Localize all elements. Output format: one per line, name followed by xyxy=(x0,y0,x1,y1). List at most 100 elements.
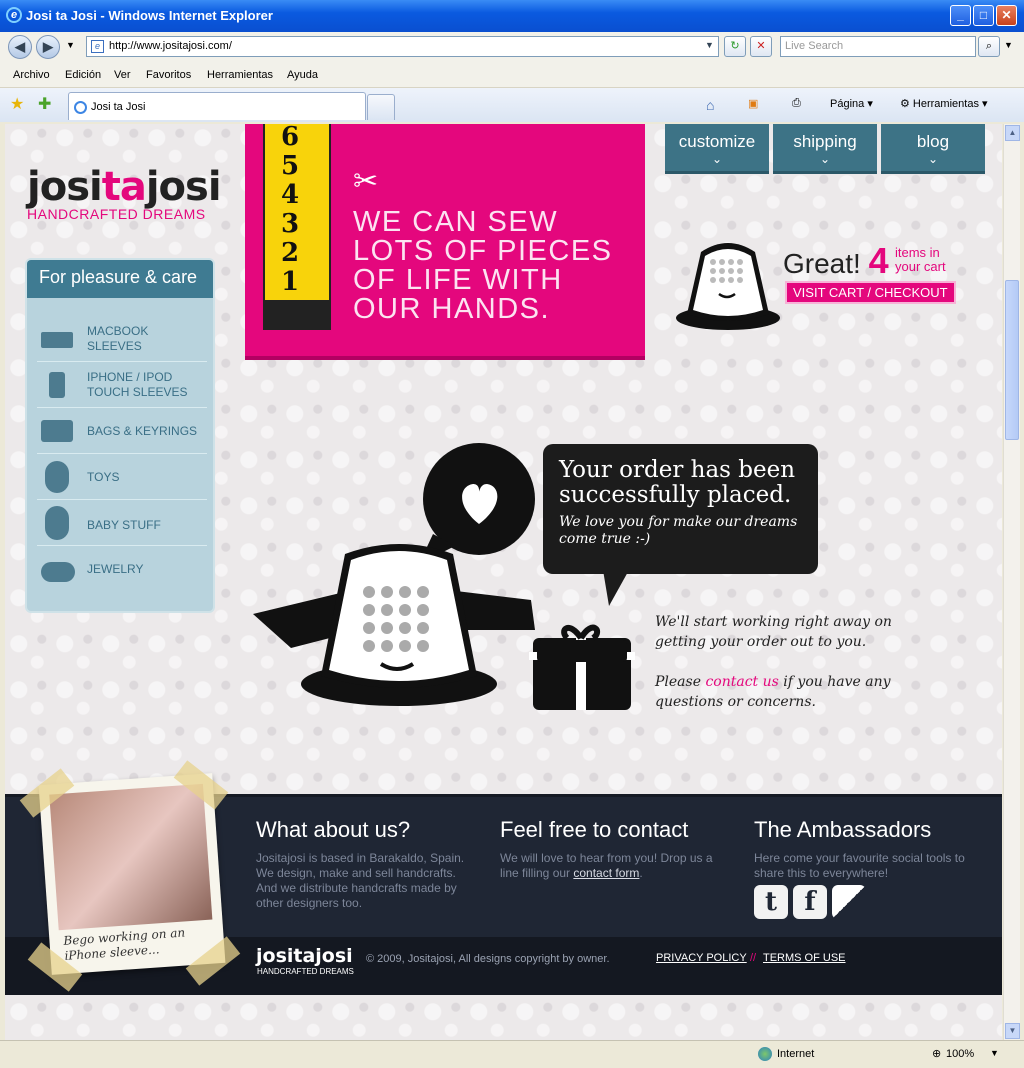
add-favorite-icon[interactable]: ✚ xyxy=(38,94,51,114)
order-subtext: We love you for make our dreams come tru… xyxy=(559,514,798,547)
phone-icon xyxy=(49,372,65,398)
search-placeholder: Live Search xyxy=(785,40,844,52)
twitter-icon[interactable]: t xyxy=(754,885,788,919)
footer-logo-tagline: HANDCRAFTED DREAMS xyxy=(257,967,354,976)
page-menu-label: Página xyxy=(830,98,865,110)
sidebar-item-label: JEWELRY xyxy=(87,562,144,576)
scroll-down-icon[interactable]: ▼ xyxy=(1005,1023,1020,1039)
status-bar: Internet ⊕ 100% ▼ xyxy=(0,1040,1024,1068)
back-button[interactable]: ◀ xyxy=(8,35,32,59)
sidebar-item-label: IPHONE / IPOD TOUCH SLEEVES xyxy=(87,370,188,399)
menu-edicion[interactable]: Edición xyxy=(65,69,101,81)
home-icon[interactable]: ⌂ xyxy=(706,97,714,113)
maximize-button[interactable]: □ xyxy=(973,5,994,26)
nav-customize[interactable]: customize ⌄ xyxy=(665,124,769,174)
cart-message: Great! 4 xyxy=(783,240,889,282)
ruler-number: 6 xyxy=(281,124,300,152)
menu-archivo[interactable]: Archivo xyxy=(13,69,50,81)
thimble-mascot-icon xyxy=(676,243,780,330)
scrollbar-thumb[interactable] xyxy=(1005,280,1019,440)
visit-cart-button[interactable]: VISIT CART / CHECKOUT xyxy=(785,281,956,304)
menu-favoritos[interactable]: Favoritos xyxy=(146,69,191,81)
order-message-2: Please contact us if you have any questi… xyxy=(655,672,895,712)
logo-part-1: josi xyxy=(27,164,103,210)
laptop-icon xyxy=(41,332,73,348)
contact-us-link[interactable]: contact us xyxy=(705,674,778,690)
sidebar-title: For pleasure & care xyxy=(27,260,213,298)
cart-great-text: Great! xyxy=(783,248,861,279)
terms-of-use-link[interactable]: TERMS OF USE xyxy=(763,952,846,964)
nav-shipping[interactable]: shipping ⌄ xyxy=(773,124,877,174)
favorites-star-icon[interactable]: ★ xyxy=(10,94,24,114)
cherries-icon xyxy=(41,562,75,582)
contact-form-link[interactable]: contact form xyxy=(573,866,639,880)
refresh-icon[interactable]: ↻ xyxy=(724,36,746,57)
search-input[interactable]: Live Search xyxy=(780,36,976,57)
forward-button[interactable]: ▶ xyxy=(36,35,60,59)
photo-hands-sewing xyxy=(49,783,213,931)
security-zone: Internet xyxy=(777,1048,815,1060)
tab-label: Josi ta Josi xyxy=(91,101,146,113)
facebook-icon[interactable]: f xyxy=(793,885,827,919)
chevron-down-icon: ⌄ xyxy=(927,152,939,166)
url-dropdown-icon[interactable]: ▼ xyxy=(705,40,714,50)
sidebar-item-toys[interactable]: TOYS xyxy=(37,454,207,500)
sidebar-item-macbook[interactable]: MACBOOK SLEEVES xyxy=(37,316,207,362)
close-button[interactable]: ✕ xyxy=(996,5,1017,26)
title-bar: e Josi ta Josi - Windows Internet Explor… xyxy=(0,0,1024,32)
sidebar-item-jewelry[interactable]: JEWELRY xyxy=(37,546,207,592)
contact-title: Feel free to contact xyxy=(500,817,689,842)
page-viewport: jositajosi HANDCRAFTED DREAMS For pleasu… xyxy=(5,124,1002,1040)
logo-part-2: ta xyxy=(101,164,147,210)
sidebar-item-bags[interactable]: BAGS & KEYRINGS xyxy=(37,408,207,454)
minimize-button[interactable]: _ xyxy=(950,5,971,26)
tape-end xyxy=(263,300,331,330)
bag-icon xyxy=(41,420,73,442)
url-text: http://www.jositajosi.com/ xyxy=(109,40,232,52)
nav-label: customize xyxy=(678,132,756,151)
search-icon[interactable]: ⌕ xyxy=(978,36,1000,57)
footer-contact: Feel free to contact We will love to hea… xyxy=(500,817,725,881)
new-tab-button[interactable] xyxy=(367,94,395,120)
history-dropdown-icon[interactable]: ▼ xyxy=(66,40,75,50)
order-message-1: We'll start working right away on gettin… xyxy=(655,614,892,650)
search-options-icon[interactable]: ▼ xyxy=(1004,40,1013,50)
sidebar-item-label: MACBOOK SLEEVES xyxy=(87,324,149,353)
menu-herramientas[interactable]: Herramientas xyxy=(207,69,273,81)
internet-zone-icon xyxy=(758,1047,772,1061)
page-menu[interactable]: Página ▾ xyxy=(830,97,873,110)
privacy-policy-link[interactable]: PRIVACY POLICY xyxy=(656,952,747,964)
sidebar-item-iphone[interactable]: IPHONE / IPOD TOUCH SLEEVES xyxy=(37,362,207,408)
site-logo[interactable]: jositajosi HANDCRAFTED DREAMS xyxy=(27,164,222,222)
zoom-level[interactable]: 100% xyxy=(946,1048,974,1060)
menu-ver[interactable]: Ver xyxy=(114,69,131,81)
url-input[interactable]: e http://www.jositajosi.com/ xyxy=(86,36,719,57)
scroll-up-icon[interactable]: ▲ xyxy=(1005,125,1020,141)
tools-menu-label: Herramientas xyxy=(912,98,979,110)
sidebar-item-baby[interactable]: BABY STUFF xyxy=(37,500,207,546)
tab-jositajosi[interactable]: Josi ta Josi xyxy=(68,92,366,120)
nav-blog[interactable]: blog ⌄ xyxy=(881,124,985,174)
delicious-icon[interactable] xyxy=(832,885,866,919)
tools-menu[interactable]: ⚙ Herramientas ▾ xyxy=(900,97,988,110)
ruler-number: 5 xyxy=(281,151,300,181)
ruler-number: 4 xyxy=(281,180,300,210)
ambassadors-title: The Ambassadors xyxy=(754,817,932,842)
zoom-icon[interactable]: ⊕ xyxy=(932,1047,941,1060)
stop-icon[interactable]: ✕ xyxy=(750,36,772,57)
menu-ayuda[interactable]: Ayuda xyxy=(287,69,318,81)
vertical-scrollbar[interactable]: ▲ ▼ xyxy=(1003,124,1020,1040)
footer-separator: // xyxy=(750,952,757,964)
ie-logo-icon: e xyxy=(6,7,22,23)
feeds-icon[interactable]: ▣ xyxy=(748,97,758,110)
sidebar-item-label: BAGS & KEYRINGS xyxy=(87,424,198,438)
ruler-number: 1 xyxy=(281,267,300,297)
polaroid-photo: Bego working on an iPhone sleeve... xyxy=(38,773,226,975)
about-title: What about us? xyxy=(256,817,411,842)
footer-about: What about us? Jositajosi is based in Ba… xyxy=(256,817,466,911)
print-icon[interactable]: ⎙ xyxy=(792,97,801,110)
zoom-dropdown-icon[interactable]: ▼ xyxy=(990,1048,999,1058)
footer-logo[interactable]: jositajosi xyxy=(256,945,353,967)
chevron-down-icon: ⌄ xyxy=(711,152,723,166)
teddy-bear-icon xyxy=(45,461,69,493)
